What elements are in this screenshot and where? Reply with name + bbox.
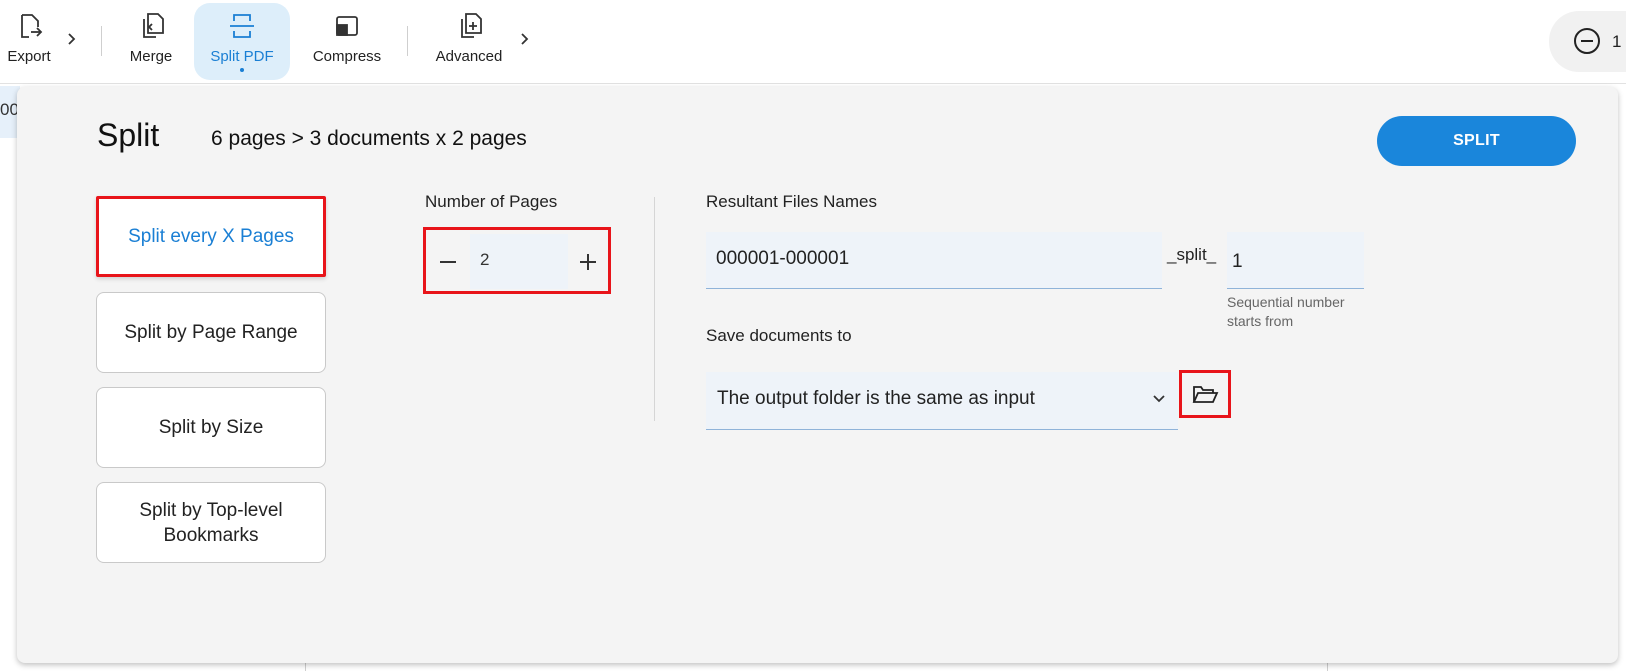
split-suffix: _split_	[1167, 245, 1217, 264]
split-pdf-icon	[225, 9, 259, 43]
split-pdf-label: Split PDF	[210, 48, 274, 65]
sequence-start-input[interactable]: 1	[1227, 232, 1364, 289]
split-panel: Split 6 pages > 3 documents x 2 pages SP…	[17, 87, 1618, 663]
export-chevron-right-icon[interactable]	[63, 28, 79, 50]
merge-label: Merge	[129, 48, 173, 65]
zoom-out-icon[interactable]	[1572, 26, 1602, 56]
number-of-pages-label: Number of Pages	[425, 192, 558, 211]
mode-split-by-page-range[interactable]: Split by Page Range	[96, 292, 326, 373]
export-button[interactable]: Export	[0, 3, 58, 80]
browse-folder-button[interactable]	[1179, 370, 1231, 418]
mode-split-by-size[interactable]: Split by Size	[96, 387, 326, 468]
advanced-button[interactable]: Advanced	[431, 3, 507, 80]
section-divider	[654, 197, 655, 421]
compress-label: Compress	[312, 48, 382, 65]
toolbar-divider	[407, 26, 408, 56]
number-of-pages-input[interactable]: 2	[470, 234, 568, 289]
filename-input[interactable]: 000001-000001	[706, 232, 1162, 289]
number-of-pages-stepper: 2	[423, 227, 611, 294]
merge-button[interactable]: Merge	[118, 3, 184, 80]
mode-split-every-x-pages[interactable]: Split every X Pages	[96, 196, 326, 277]
sequence-hint: Sequential number starts from	[1227, 294, 1345, 329]
minus-icon	[440, 260, 456, 263]
zoom-value[interactable]: 1	[1612, 32, 1621, 52]
advanced-chevron-right-icon[interactable]	[516, 28, 532, 50]
output-folder-select[interactable]: The output folder is the same as input	[706, 372, 1178, 430]
mode-label: Split every X Pages	[128, 226, 294, 247]
split-button[interactable]: SPLIT	[1377, 116, 1576, 166]
merge-icon	[134, 9, 168, 43]
compress-button[interactable]: Compress	[308, 3, 386, 80]
folder-open-icon	[1192, 386, 1219, 403]
active-indicator	[240, 68, 244, 72]
split-pdf-button[interactable]: Split PDF	[194, 3, 290, 80]
decrement-button[interactable]	[428, 234, 468, 289]
split-summary: 6 pages > 3 documents x 2 pages	[211, 127, 527, 150]
mode-label: Split by Size	[158, 417, 264, 438]
advanced-icon	[452, 9, 486, 43]
panel-title: Split	[97, 117, 160, 153]
resultant-names-label: Resultant Files Names	[706, 192, 878, 211]
save-to-label: Save documents to	[706, 326, 852, 345]
compress-icon	[330, 9, 364, 43]
mode-label: Split by Page Range	[124, 322, 298, 343]
toolbar: Export Merge Split PDF Compress Advanced…	[0, 0, 1626, 84]
output-folder-value: The output folder is the same as input	[717, 388, 1035, 409]
increment-button[interactable]	[568, 234, 608, 289]
toolbar-divider	[101, 26, 102, 56]
mode-label: Split by Top-level Bookmarks	[139, 499, 283, 546]
export-label: Export	[7, 48, 51, 65]
chevron-down-icon	[1153, 395, 1165, 403]
plus-icon	[580, 253, 596, 270]
export-icon	[12, 9, 46, 43]
mode-split-by-bookmarks[interactable]: Split by Top-level Bookmarks	[96, 482, 326, 563]
zoom-control: 1	[1549, 11, 1626, 72]
advanced-label: Advanced	[435, 48, 503, 65]
